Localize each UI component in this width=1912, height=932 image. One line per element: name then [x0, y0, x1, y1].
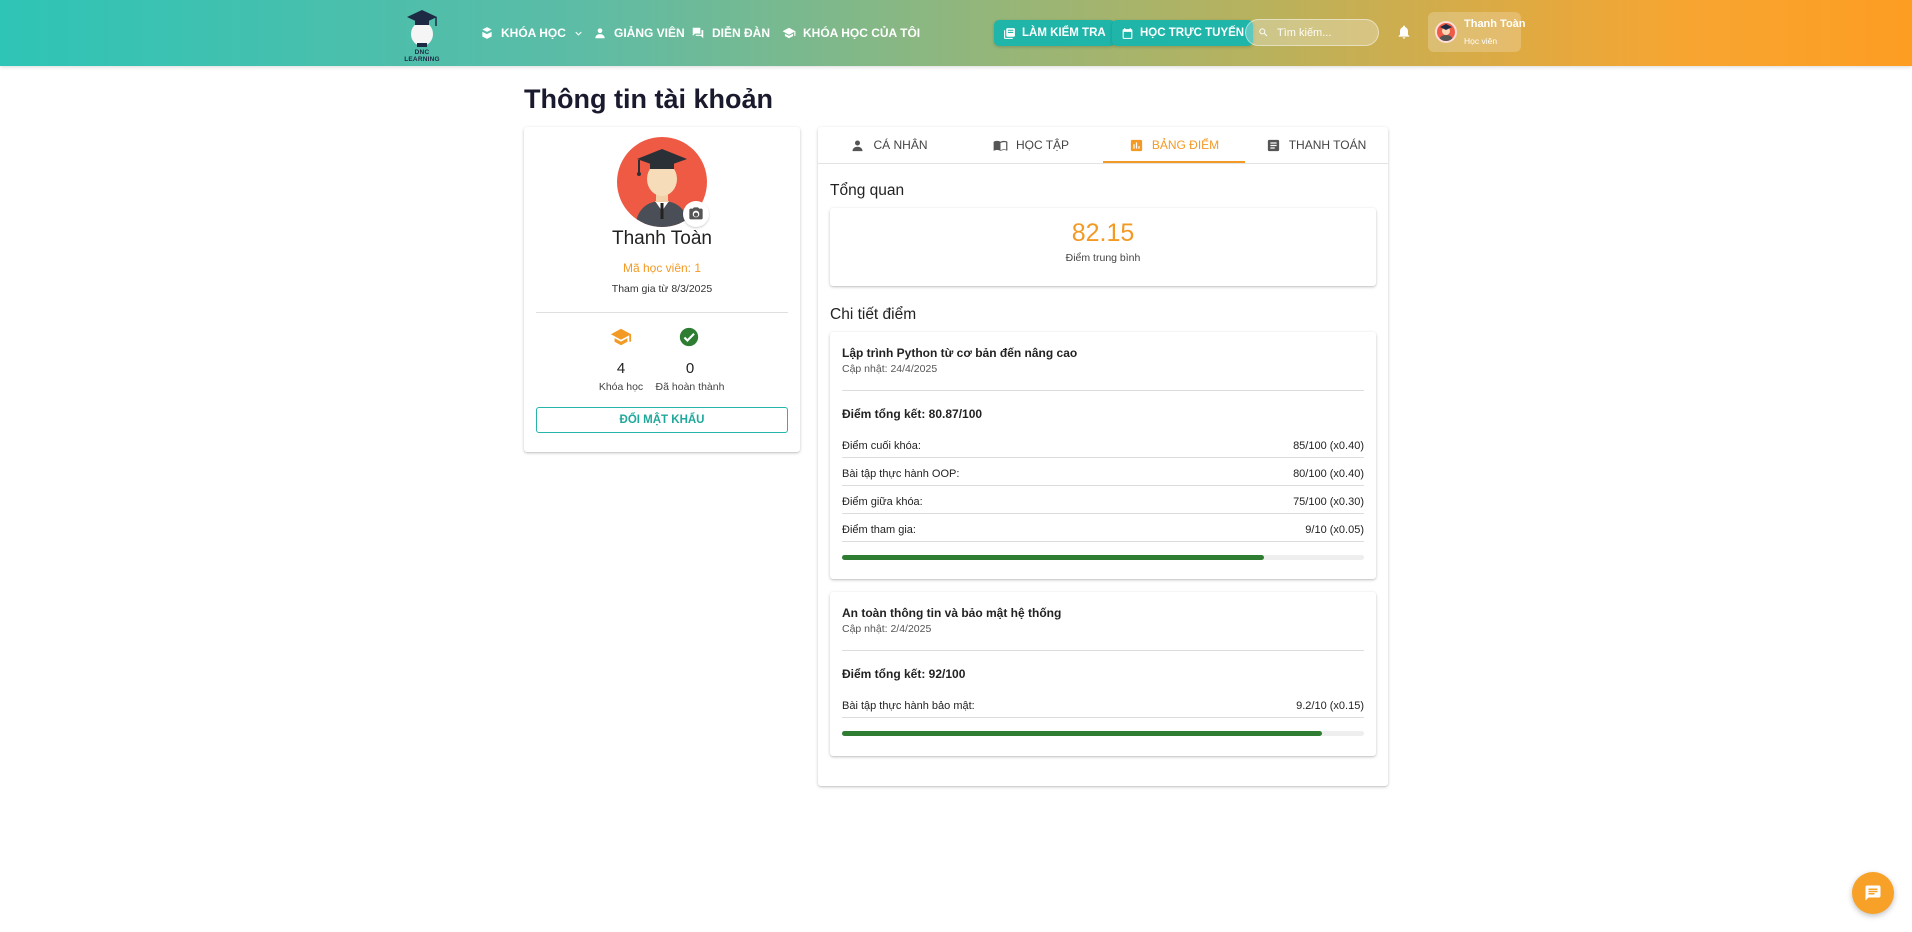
- tab-transcript[interactable]: BẢNG ĐIỂM: [1103, 127, 1245, 163]
- bar-chart-icon: [1130, 139, 1142, 151]
- divider: [536, 312, 788, 313]
- score-item-label: Điểm giữa khóa:: [842, 496, 923, 508]
- average-score-label: Điểm trung bình: [1065, 252, 1141, 264]
- change-password-button[interactable]: ĐỔI MẬT KHẨU: [536, 407, 788, 433]
- stat-completed-label: Đã hoàn thành: [655, 381, 725, 393]
- score-item-label: Điểm tham gia:: [842, 524, 916, 536]
- open-book-icon: [993, 140, 1008, 151]
- nav-instructors[interactable]: GIẢNG VIÊN: [593, 24, 685, 42]
- score-item-label: Điểm cuối khóa:: [842, 440, 921, 452]
- change-avatar-button[interactable]: [683, 201, 709, 227]
- take-test-label: LÀM KIỂM TRA: [1022, 27, 1106, 39]
- score-item-value: 9.2/10 (x0.15): [1296, 700, 1364, 712]
- score-progress-bar: [842, 731, 1364, 736]
- book-stack-icon: [482, 27, 492, 39]
- student-id: Mã học viên: 1: [622, 261, 702, 275]
- average-score-value: 82.15: [1071, 219, 1135, 247]
- take-test-button[interactable]: LÀM KIỂM TRA: [994, 20, 1115, 46]
- tab-personal-label: CÁ NHÂN: [873, 138, 928, 152]
- details-title: Chi tiết điểm: [830, 306, 917, 323]
- receipt-icon: [1267, 139, 1279, 151]
- course-total: Điểm tổng kết: 80.87/100: [842, 407, 983, 421]
- nav-courses-label: KHÓA HỌC: [501, 26, 566, 40]
- person-icon: [852, 140, 863, 151]
- course-score-card: Lập trình Python từ cơ bản đến nâng cao …: [830, 332, 1376, 579]
- search-input[interactable]: [1275, 25, 1375, 40]
- score-progress-bar: [842, 555, 1364, 560]
- course-updated: Cập nhật: 2/4/2025: [842, 623, 932, 635]
- score-progress-fill: [842, 731, 1323, 736]
- tab-payment-label: THANH TOÁN: [1288, 138, 1367, 152]
- quiz-icon: [1004, 27, 1015, 39]
- chat-icon: [1865, 885, 1881, 901]
- tab-learning[interactable]: HỌC TẬP: [960, 127, 1102, 163]
- score-item-value: 80/100 (x0.40): [1293, 468, 1364, 480]
- course-score-card: An toàn thông tin và bảo mật hệ thống Cậ…: [830, 592, 1376, 756]
- account-tabs-panel: CÁ NHÂN HỌC TẬP BẢNG ĐIỂM THANH TOÁN Tổn…: [818, 127, 1388, 786]
- nav-instructors-label: GIẢNG VIÊN: [614, 26, 685, 40]
- top-navbar: DNC LEARNING KHÓA HỌC GIẢNG VIÊN DIỄN ĐÀ…: [0, 0, 1912, 66]
- course-name: Lập trình Python từ cơ bản đến nâng cao: [842, 346, 1078, 360]
- user-role: Học viên: [1464, 36, 1498, 46]
- stat-completed-value: 0: [685, 360, 695, 377]
- course-name: An toàn thông tin và bảo mật hệ thống: [842, 606, 1062, 620]
- person-icon: [595, 28, 605, 39]
- search-icon: [1259, 28, 1268, 37]
- graduation-cap-icon: [610, 328, 632, 346]
- forum-icon: [692, 27, 704, 39]
- tab-payment[interactable]: THANH TOÁN: [1245, 127, 1387, 163]
- camera-icon: [689, 207, 703, 220]
- tab-personal[interactable]: CÁ NHÂN: [818, 127, 960, 163]
- page-title: Thông tin tài khoản: [524, 84, 773, 114]
- nav-my-courses-label: KHÓA HỌC CỦA TÔI: [803, 26, 921, 40]
- nav-forum-label: DIỄN ĐÀN: [712, 26, 771, 40]
- divider: [842, 485, 1364, 486]
- score-item-value: 85/100 (x0.40): [1293, 440, 1364, 452]
- search-box: [1245, 19, 1379, 46]
- score-item-value: 75/100 (x0.30): [1293, 496, 1364, 508]
- score-item-value: 9/10 (x0.05): [1305, 524, 1364, 536]
- nav-courses[interactable]: KHÓA HỌC: [480, 24, 584, 42]
- user-name: Thanh Toàn: [1464, 18, 1526, 30]
- score-item-label: Bài tập thực hành bảo mật:: [842, 700, 975, 712]
- score-progress-fill: [842, 555, 1265, 560]
- divider: [842, 717, 1364, 718]
- profile-name: Thanh Toàn: [611, 228, 712, 249]
- divider: [842, 541, 1364, 542]
- online-learning-button[interactable]: HỌC TRỰC TUYẾN: [1112, 20, 1254, 46]
- course-total: Điểm tổng kết: 92/100: [842, 667, 966, 681]
- divider: [842, 650, 1364, 651]
- calendar-icon: [1122, 27, 1133, 39]
- nav-my-courses[interactable]: KHÓA HỌC CỦA TÔI: [782, 24, 920, 42]
- user-menu[interactable]: Thanh Toàn Học viên: [1428, 12, 1526, 52]
- chevron-down-icon: [575, 31, 582, 36]
- check-circle-icon: [679, 327, 699, 347]
- chat-button[interactable]: [1852, 872, 1894, 914]
- profile-card: Thanh Toàn Mã học viên: 1 Tham gia từ 8/…: [524, 127, 800, 452]
- divider: [842, 457, 1364, 458]
- joined-date: Tham gia từ 8/3/2025: [611, 283, 713, 295]
- nav-forum[interactable]: DIỄN ĐÀN: [691, 24, 770, 42]
- divider: [842, 390, 1364, 391]
- notification-bell-icon[interactable]: [1396, 24, 1412, 40]
- brand-text: DNC LEARNING: [404, 49, 440, 63]
- graduation-bulb-icon: [407, 10, 437, 47]
- tab-transcript-label: BẢNG ĐIỂM: [1151, 138, 1220, 152]
- course-updated: Cập nhật: 24/4/2025: [842, 363, 938, 375]
- tab-learning-label: HỌC TẬP: [1015, 138, 1070, 152]
- online-learning-label: HỌC TRỰC TUYẾN: [1140, 27, 1245, 39]
- graduation-cap-icon: [782, 27, 796, 39]
- tab-divider: [818, 163, 1388, 164]
- brand-logo[interactable]: DNC LEARNING: [396, 6, 448, 63]
- user-avatar: [1435, 21, 1457, 43]
- overview-title: Tổng quan: [830, 182, 905, 199]
- score-item-label: Bài tập thực hành OOP:: [842, 468, 960, 480]
- divider: [842, 513, 1364, 514]
- average-score-card: 82.15 Điểm trung bình: [830, 208, 1376, 286]
